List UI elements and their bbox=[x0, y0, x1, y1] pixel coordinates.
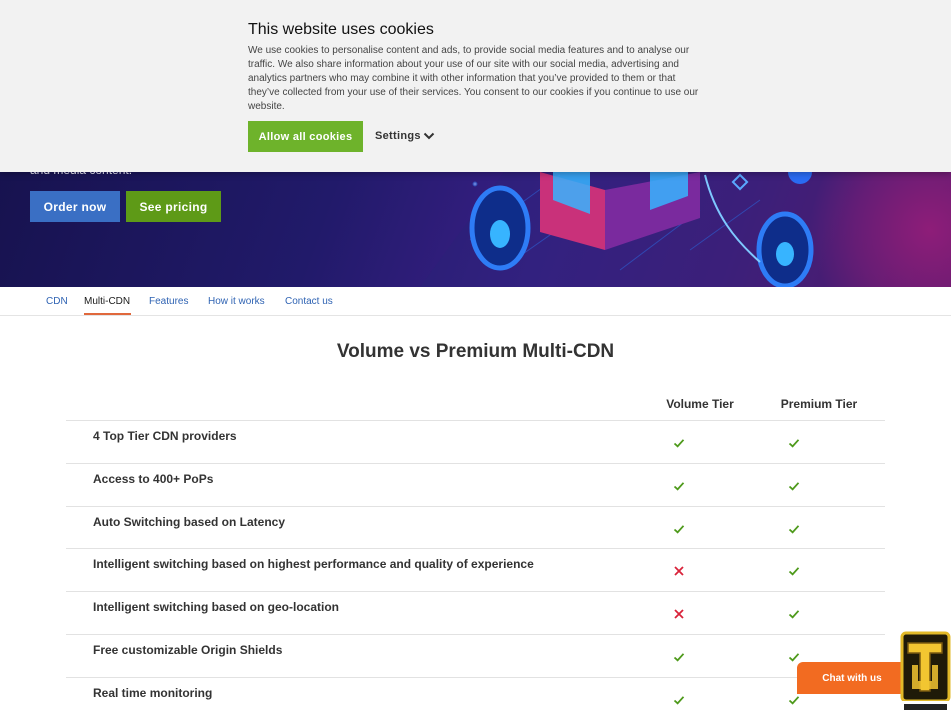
feature-label: Free customizable Origin Shields bbox=[93, 642, 283, 657]
table-row: Real time monitoring bbox=[66, 676, 885, 720]
check-icon bbox=[788, 653, 800, 662]
table-row: 4 Top Tier CDN providers bbox=[66, 420, 885, 463]
cookie-banner: This website uses cookies We use cookies… bbox=[0, 0, 951, 172]
table-row: Free customizable Origin Shields bbox=[66, 633, 885, 677]
tab-features[interactable]: Features bbox=[149, 296, 188, 307]
volume-mark bbox=[673, 650, 685, 662]
tab-how-it-works[interactable]: How it works bbox=[208, 296, 265, 307]
premium-mark bbox=[788, 479, 800, 491]
volume-mark bbox=[673, 479, 685, 491]
table-row: Intelligent switching based on geo-locat… bbox=[66, 591, 885, 634]
table-row: Access to 400+ PoPs bbox=[66, 462, 885, 506]
feature-label: Auto Switching based on Latency bbox=[93, 514, 286, 529]
check-icon bbox=[673, 653, 685, 662]
premium-mark bbox=[788, 564, 800, 576]
feature-label: Access to 400+ PoPs bbox=[93, 471, 214, 486]
table-row: Intelligent switching based on highest p… bbox=[66, 548, 885, 591]
volume-mark bbox=[673, 522, 685, 534]
section-nav: CDN Multi-CDN Features How it works Cont… bbox=[0, 287, 951, 316]
chat-with-us-button[interactable]: Chat with us bbox=[797, 662, 907, 694]
premium-mark bbox=[788, 693, 800, 705]
check-icon bbox=[788, 567, 800, 576]
premium-mark bbox=[788, 522, 800, 534]
section-title: Volume vs Premium Multi-CDN bbox=[336, 341, 615, 362]
check-icon bbox=[673, 439, 685, 448]
volume-mark bbox=[673, 436, 685, 448]
cookie-title: This website uses cookies bbox=[248, 21, 434, 38]
premium-mark bbox=[788, 436, 800, 448]
premium-tier-header: Premium Tier bbox=[780, 397, 858, 411]
chevron-down-icon bbox=[423, 132, 435, 140]
volume-mark bbox=[673, 693, 685, 705]
cross-icon bbox=[674, 566, 684, 577]
volume-mark bbox=[673, 564, 685, 577]
tab-multi-cdn[interactable]: Multi-CDN bbox=[84, 296, 130, 307]
order-now-button[interactable]: Order now bbox=[30, 191, 120, 222]
whtop-logo-badge bbox=[900, 631, 951, 713]
feature-label: Real time monitoring bbox=[93, 685, 213, 700]
check-icon bbox=[788, 524, 800, 534]
check-icon bbox=[673, 524, 685, 534]
premium-mark bbox=[788, 650, 800, 662]
feature-label: 4 Top Tier CDN providers bbox=[93, 429, 237, 443]
tab-cdn[interactable]: CDN bbox=[46, 296, 68, 307]
check-icon bbox=[788, 695, 800, 705]
check-icon bbox=[788, 610, 800, 619]
volume-tier-header: Volume Tier bbox=[666, 397, 734, 411]
allow-all-cookies-button[interactable]: Allow all cookies bbox=[248, 121, 363, 152]
check-icon bbox=[788, 481, 800, 491]
cookie-settings-label: Settings bbox=[375, 130, 421, 142]
premium-mark bbox=[788, 607, 800, 619]
see-pricing-button[interactable]: See pricing bbox=[126, 191, 221, 222]
tab-contact-us[interactable]: Contact us bbox=[285, 296, 333, 307]
table-row: Auto Switching based on Latency bbox=[66, 505, 885, 549]
active-tab-indicator bbox=[84, 313, 131, 315]
feature-label: Intelligent switching based on highest p… bbox=[93, 557, 534, 572]
check-icon bbox=[788, 439, 800, 448]
cross-icon bbox=[674, 609, 684, 619]
check-icon bbox=[673, 695, 685, 705]
volume-mark bbox=[673, 607, 685, 619]
cookie-text: We use cookies to personalise content an… bbox=[248, 45, 699, 112]
comparison-table: 4 Top Tier CDN providers Access to 400+ … bbox=[66, 420, 885, 720]
check-icon bbox=[673, 481, 685, 491]
cookie-settings-button[interactable]: Settings bbox=[375, 130, 435, 142]
feature-label: Intelligent switching based on geo-locat… bbox=[93, 600, 340, 615]
